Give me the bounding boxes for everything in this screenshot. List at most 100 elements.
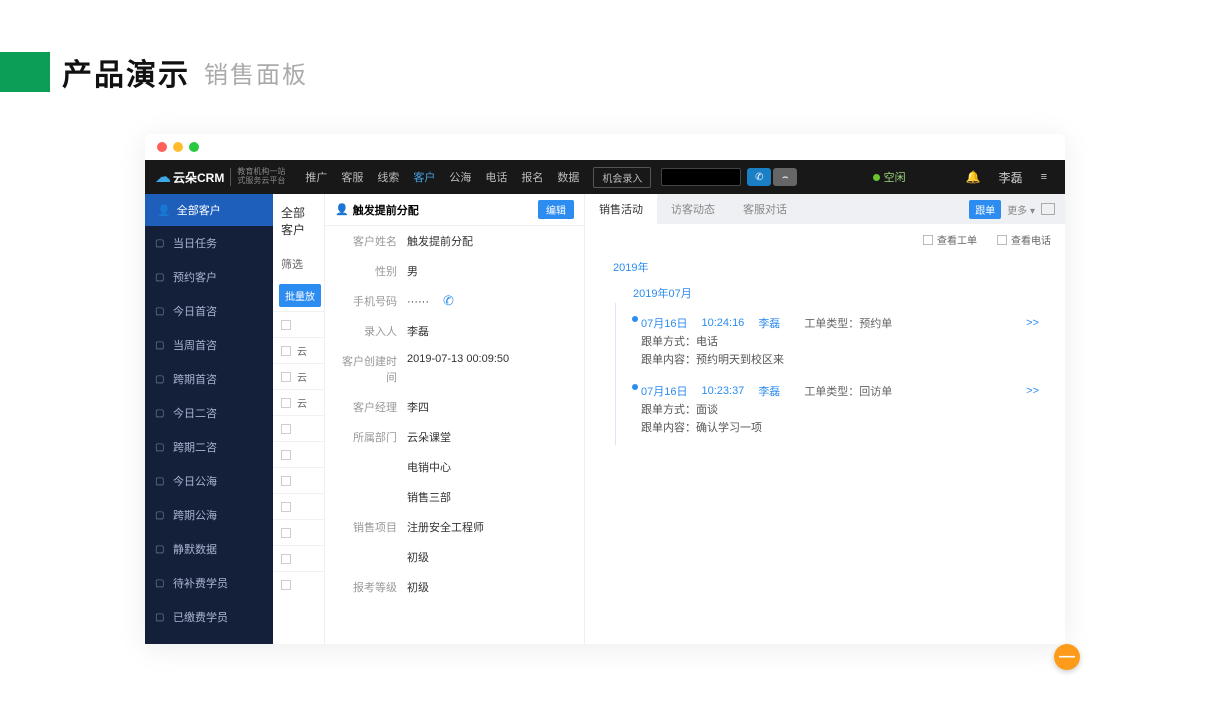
entry-time: 10:24:16 (701, 317, 744, 329)
menu-icon[interactable]: ≡ (1041, 171, 1047, 183)
row-checkbox[interactable] (281, 320, 291, 330)
app-window: ☁ 云朵CRM 教育机构一站式服务云平台 推广客服线索客户公海电话报名数据 机会… (145, 134, 1065, 644)
topbar-right: 🔔 李磊 ≡ (966, 169, 1047, 186)
row-checkbox[interactable] (281, 580, 291, 590)
sidebar-section-all-customers[interactable]: 👤 全部客户 (145, 194, 273, 226)
bell-icon[interactable]: 🔔 (966, 170, 981, 184)
detail-field: 性别男 (325, 256, 584, 286)
field-value: 初级 (407, 579, 574, 595)
sidebar-item-静默数据[interactable]: ▢ 静默数据 (145, 532, 273, 566)
customer-list-column: 全部客户 筛选 批量放 云云云 (273, 194, 325, 644)
table-row[interactable] (273, 571, 324, 597)
sidebar-item-今日公海[interactable]: ▢今日公海 (145, 464, 273, 498)
activity-tabs: 销售活动访客动态客服对话 跟单 更多 ▾ (585, 194, 1065, 224)
sidebar-item-当日任务[interactable]: ▢当日任务 (145, 226, 273, 260)
list-filter[interactable]: 筛选 (273, 248, 324, 280)
table-row[interactable]: 云 (273, 337, 324, 363)
agent-status[interactable]: 空闲 (873, 169, 906, 185)
entry-expand[interactable]: >> (1026, 385, 1045, 397)
activity-panel: 销售活动访客动态客服对话 跟单 更多 ▾ 查看工单 查看电话 2019年 201… (585, 194, 1065, 644)
search-input[interactable] (661, 168, 741, 186)
sidebar-item-label: 预约客户 (173, 269, 217, 285)
maximize-icon[interactable] (189, 142, 199, 152)
table-row[interactable] (273, 467, 324, 493)
entry-expand[interactable]: >> (1026, 317, 1045, 329)
field-value: 李磊 (407, 323, 574, 339)
bulk-release-button[interactable]: 批量放 (279, 284, 321, 307)
more-dropdown[interactable]: 更多 ▾ (1007, 202, 1035, 217)
row-checkbox[interactable] (281, 398, 291, 408)
field-value: 注册安全工程师 (407, 519, 574, 535)
phone-icon[interactable]: ✆ (443, 293, 454, 308)
top-menu-bar: ☁ 云朵CRM 教育机构一站式服务云平台 推广客服线索客户公海电话报名数据 机会… (145, 160, 1065, 194)
field-value: 2019-07-13 00:09:50 (407, 353, 574, 385)
view-call-checkbox[interactable]: 查看电话 (997, 232, 1051, 247)
table-row[interactable]: 云 (273, 389, 324, 415)
sidebar-item-icon: ▢ (155, 510, 164, 521)
sidebar-item-label: 已缴费学员 (173, 609, 228, 625)
topnav-公海[interactable]: 公海 (449, 169, 471, 185)
sidebar-item-今日首咨[interactable]: ▢今日首咨 (145, 294, 273, 328)
row-checkbox[interactable] (281, 450, 291, 460)
help-fab[interactable]: — (1054, 644, 1080, 670)
sidebar-item-label: 今日二咨 (173, 405, 217, 421)
tab-访客动态[interactable]: 访客动态 (657, 194, 729, 224)
table-row[interactable] (273, 545, 324, 571)
sidebar-item-预约客户[interactable]: ▢预约客户 (145, 260, 273, 294)
field-value: 销售三部 (407, 489, 574, 505)
sidebar-item-icon: ▢ (155, 544, 164, 555)
sidebar-item-label: 静默数据 (173, 541, 217, 557)
sidebar-item-当周首咨[interactable]: ▢当周首咨 (145, 328, 273, 362)
brand-logo[interactable]: ☁ 云朵CRM 教育机构一站式服务云平台 (145, 160, 295, 194)
sidebar-item-icon: ▢ (155, 238, 164, 249)
sidebar-item-label: 跨期公海 (173, 507, 217, 523)
topnav-客户[interactable]: 客户 (413, 169, 435, 185)
opportunity-entry-button[interactable]: 机会录入 (593, 167, 651, 188)
row-checkbox[interactable] (281, 346, 291, 356)
customer-detail-panel: 👤 触发提前分配 编辑 客户姓名触发提前分配性别男手机号码······✆录入人李… (325, 194, 585, 644)
sidebar-item-待补费学员[interactable]: ▢待补费学员 (145, 566, 273, 600)
layout-icon[interactable] (1041, 203, 1055, 215)
follow-pill[interactable]: 跟单 (969, 200, 1001, 219)
table-row[interactable] (273, 415, 324, 441)
row-checkbox[interactable] (281, 424, 291, 434)
row-checkbox[interactable] (281, 502, 291, 512)
sidebar-item-跨期首咨[interactable]: ▢跨期首咨 (145, 362, 273, 396)
minimize-icon[interactable] (173, 142, 183, 152)
call-button[interactable]: ✆ (747, 168, 771, 186)
topnav-报名[interactable]: 报名 (521, 169, 543, 185)
entry-method: 跟单方式：电话 (641, 331, 1045, 349)
detail-title: 触发提前分配 (353, 202, 419, 218)
sidebar-item-开通课程[interactable]: ▢开通课程 (145, 634, 273, 644)
tab-销售活动[interactable]: 销售活动 (585, 194, 657, 224)
topnav-线索[interactable]: 线索 (377, 169, 399, 185)
row-checkbox[interactable] (281, 528, 291, 538)
sidebar-item-今日二咨[interactable]: ▢今日二咨 (145, 396, 273, 430)
entry-method: 跟单方式：面谈 (641, 399, 1045, 417)
view-ticket-checkbox[interactable]: 查看工单 (923, 232, 977, 247)
topnav-客服[interactable]: 客服 (341, 169, 363, 185)
tab-客服对话[interactable]: 客服对话 (729, 194, 801, 224)
table-row[interactable]: 云 (273, 363, 324, 389)
topnav-推广[interactable]: 推广 (305, 169, 327, 185)
sidebar-item-label: 今日首咨 (173, 303, 217, 319)
table-row[interactable] (273, 493, 324, 519)
sidebar-item-icon: ▢ (155, 374, 164, 385)
close-icon[interactable] (157, 142, 167, 152)
sidebar-item-跨期二咨[interactable]: ▢跨期二咨 (145, 430, 273, 464)
detail-field: 初级 (325, 542, 584, 572)
timeline-entry: 07月16日10:23:37李磊工单类型：回访单>>跟单方式：面谈跟单内容：确认… (641, 377, 1045, 445)
table-row[interactable] (273, 311, 324, 337)
table-row[interactable] (273, 519, 324, 545)
topnav-数据[interactable]: 数据 (557, 169, 579, 185)
sidebar-item-跨期公海[interactable]: ▢ 跨期公海 (145, 498, 273, 532)
row-checkbox[interactable] (281, 476, 291, 486)
row-checkbox[interactable] (281, 554, 291, 564)
hangup-button[interactable]: ⌢ (773, 168, 797, 186)
row-checkbox[interactable] (281, 372, 291, 382)
topnav-电话[interactable]: 电话 (485, 169, 507, 185)
table-row[interactable] (273, 441, 324, 467)
current-user[interactable]: 李磊 (999, 169, 1023, 186)
edit-button[interactable]: 编辑 (538, 200, 574, 219)
sidebar-item-已缴费学员[interactable]: ▢已缴费学员 (145, 600, 273, 634)
